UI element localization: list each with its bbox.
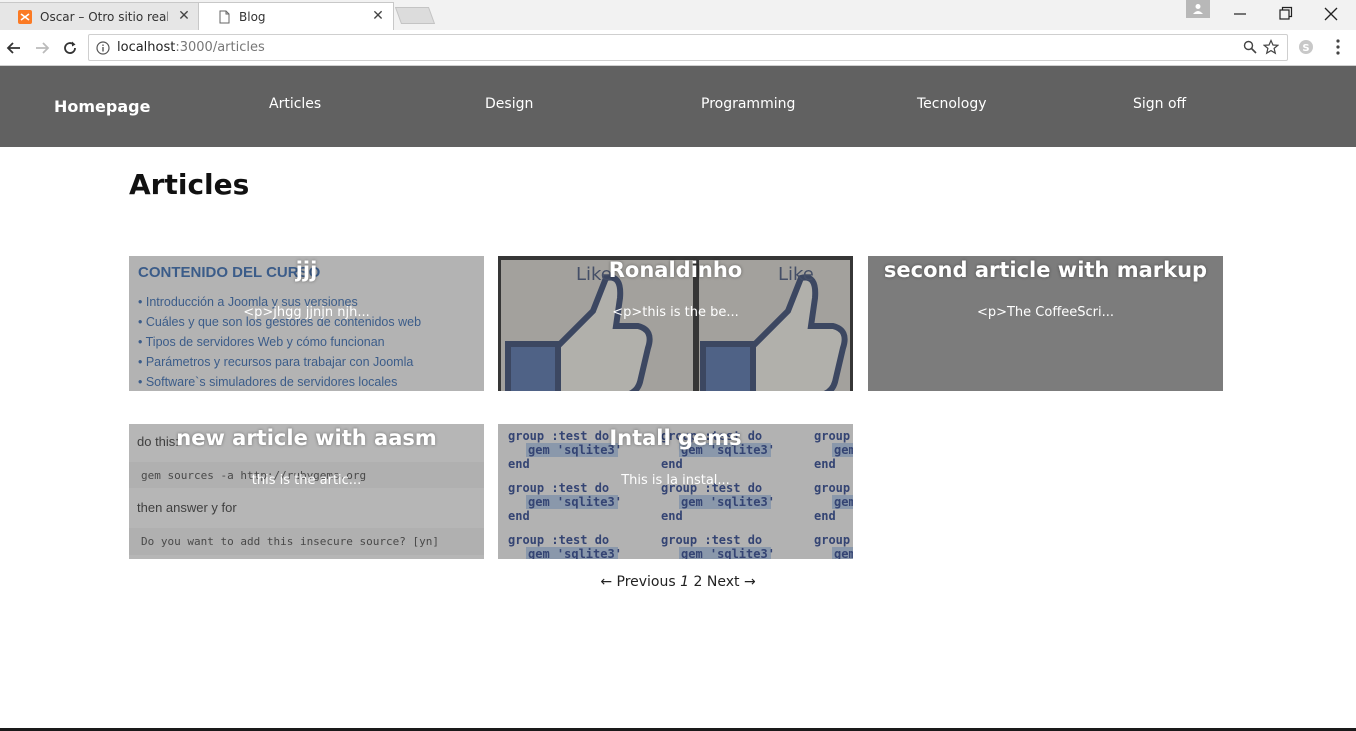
star-icon[interactable] xyxy=(1263,39,1279,55)
xampp-icon xyxy=(18,9,32,24)
nav-link-articles[interactable]: Articles xyxy=(269,96,321,112)
article-card-second-article[interactable]: second article with markup <p>The Coffee… xyxy=(868,256,1223,391)
nav-link-programming[interactable]: Programming xyxy=(701,96,795,112)
back-arrow-icon[interactable] xyxy=(4,38,24,58)
article-title[interactable]: Intall gems xyxy=(498,426,853,450)
info-icon[interactable] xyxy=(96,41,110,55)
article-summary: this is the artic... xyxy=(251,473,362,488)
article-title[interactable]: jjj xyxy=(129,258,484,282)
article-card-jjj[interactable]: CONTENIDO DEL CURSO • Introducción a Joo… xyxy=(129,256,484,391)
browser-tab-oscar[interactable]: Oscar – Otro sitio realiza ✕ xyxy=(0,2,200,30)
page-icon xyxy=(219,10,230,23)
nav-link-sign-off[interactable]: Sign off xyxy=(1133,96,1186,112)
restore-icon[interactable] xyxy=(1274,4,1296,24)
nav-link-design[interactable]: Design xyxy=(485,96,533,112)
nav-link-tecnology[interactable]: Tecnology xyxy=(917,96,987,112)
pagination: ← Previous 1 2 Next → xyxy=(0,574,1356,590)
url-text: localhost:3000/articles xyxy=(117,40,265,55)
homepage-link[interactable]: Homepage xyxy=(54,97,150,116)
article-summary: This is la instal... xyxy=(621,473,730,488)
page-title: Articles xyxy=(129,168,250,201)
article-card-ronaldinho[interactable]: Like Like Ronaldinho <p>this is the be..… xyxy=(498,256,853,391)
tab-title: Oscar – Otro sitio realiza xyxy=(40,9,168,24)
article-summary: <p>this is the be... xyxy=(612,305,739,320)
url-host: localhost xyxy=(117,40,176,55)
article-title[interactable]: new article with aasm xyxy=(129,426,484,450)
page-2-link[interactable]: 2 xyxy=(694,574,703,590)
tab-title: Blog xyxy=(239,9,266,24)
new-tab-button[interactable] xyxy=(394,7,436,24)
minimize-icon[interactable] xyxy=(1229,4,1251,24)
close-window-icon[interactable] xyxy=(1320,4,1342,24)
tab-close-icon[interactable]: ✕ xyxy=(177,9,191,23)
browser-toolbar: localhost:3000/articles S xyxy=(0,30,1356,66)
article-summary: <p>jhgg jjnjn njh... xyxy=(243,305,370,320)
article-title[interactable]: second article with markup xyxy=(868,258,1223,282)
url-path: :3000/articles xyxy=(175,40,265,55)
article-card-aasm[interactable]: do this: gem sources -a http://rubygems.… xyxy=(129,424,484,559)
menu-dots-icon[interactable] xyxy=(1330,38,1346,56)
profile-button[interactable] xyxy=(1186,0,1210,18)
zoom-icon[interactable] xyxy=(1243,40,1257,54)
svg-text:S: S xyxy=(1302,43,1309,54)
tab-close-icon[interactable]: ✕ xyxy=(371,9,385,23)
previous-page-link[interactable]: ← Previous xyxy=(600,574,675,590)
forward-arrow-icon[interactable] xyxy=(32,38,52,58)
address-bar[interactable]: localhost:3000/articles xyxy=(88,34,1288,61)
article-summary: <p>The CoffeeScri... xyxy=(976,305,1115,320)
article-card-intall-gems[interactable]: group :test do gem 'sqlite3' end group :tes… xyxy=(498,424,853,559)
browser-tab-blog[interactable]: Blog ✕ xyxy=(198,2,394,30)
skype-icon[interactable]: S xyxy=(1297,38,1315,56)
site-navbar: Homepage Articles Design Programming Tec… xyxy=(0,66,1356,147)
person-icon xyxy=(1193,4,1203,14)
next-page-link[interactable]: Next → xyxy=(707,574,756,590)
tab-strip: Oscar – Otro sitio realiza ✕ Blog ✕ xyxy=(0,0,1356,30)
reload-icon[interactable] xyxy=(60,38,80,58)
current-page: 1 xyxy=(680,574,690,590)
article-title[interactable]: Ronaldinho xyxy=(498,258,853,282)
